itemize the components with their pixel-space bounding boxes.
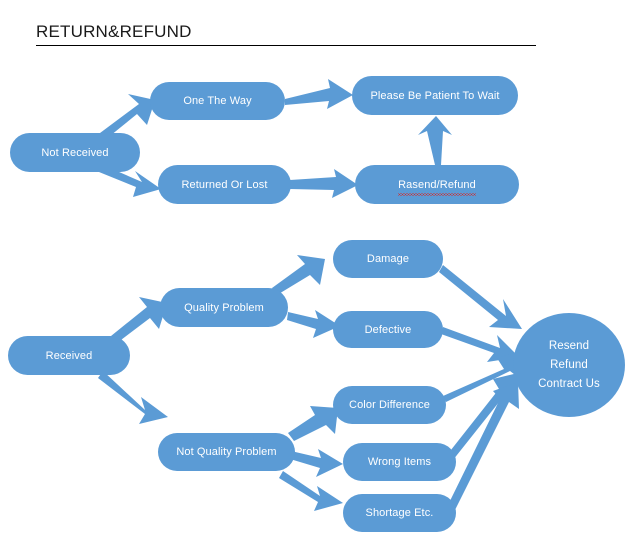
arrow-received-to-not-quality-problem: [98, 371, 168, 424]
arrow-quality-problem-to-damage: [272, 255, 325, 295]
node-label: Not Received: [41, 146, 109, 159]
node-label: Please Be Patient To Wait: [370, 89, 500, 102]
node-label: Returned Or Lost: [181, 178, 268, 191]
node-label: Quality Problem: [184, 301, 264, 314]
node-one-the-way[interactable]: One The Way: [150, 82, 285, 120]
node-color-difference[interactable]: Color Difference: [333, 386, 446, 424]
arrow-returned-or-lost-to-rasend-refund: [290, 169, 358, 198]
node-not-received[interactable]: Not Received: [10, 133, 140, 172]
node-label: Color Difference: [349, 399, 430, 411]
node-received[interactable]: Received: [8, 336, 130, 375]
node-label: Shortage Etc.: [365, 507, 434, 519]
node-rasend-refund[interactable]: Rasend/Refund: [355, 165, 519, 204]
node-defective[interactable]: Defective: [333, 311, 443, 348]
node-label-line-3: Contract Us: [538, 377, 600, 390]
node-label-line-2: Refund: [550, 358, 588, 371]
node-label: One The Way: [183, 95, 252, 107]
node-quality-problem[interactable]: Quality Problem: [160, 288, 288, 327]
flowchart-canvas: RETURN&REFUND Not Received One The Way R…: [0, 0, 640, 544]
arrow-not-quality-problem-to-shortage-etc: [279, 471, 343, 511]
node-not-quality-problem[interactable]: Not Quality Problem: [158, 433, 295, 471]
node-returned-or-lost[interactable]: Returned Or Lost: [158, 165, 291, 204]
arrow-not-quality-problem-to-color-difference: [288, 406, 338, 441]
arrow-rasend-refund-to-please-be-patient: [418, 116, 452, 165]
node-label-misspelled: Rasend/Refund: [398, 178, 476, 196]
node-label-line-1: Resend: [548, 339, 590, 352]
node-please-be-patient-to-wait[interactable]: Please Be Patient To Wait: [352, 76, 518, 115]
arrow-not-quality-problem-to-wrong-items: [290, 449, 343, 477]
arrow-damage-to-resend-refund-contact: [439, 265, 522, 329]
arrow-quality-problem-to-defective: [287, 310, 340, 338]
node-label: Defective: [364, 323, 412, 336]
node-label: Damage: [366, 253, 410, 265]
node-resend-refund-contact-us[interactable]: Resend Refund Contract Us: [513, 313, 625, 417]
node-wrong-items[interactable]: Wrong Items: [343, 443, 456, 481]
arrow-received-to-quality-problem: [111, 297, 167, 343]
arrow-one-the-way-to-please-be-patient: [285, 79, 353, 109]
node-label: Not Quality Problem: [176, 446, 277, 458]
arrow-layer: [98, 79, 522, 512]
node-damage[interactable]: Damage: [333, 240, 443, 278]
node-label: Received: [45, 349, 93, 362]
node-label: Wrong Items: [367, 456, 432, 468]
node-shortage-etc[interactable]: Shortage Etc.: [343, 494, 456, 532]
